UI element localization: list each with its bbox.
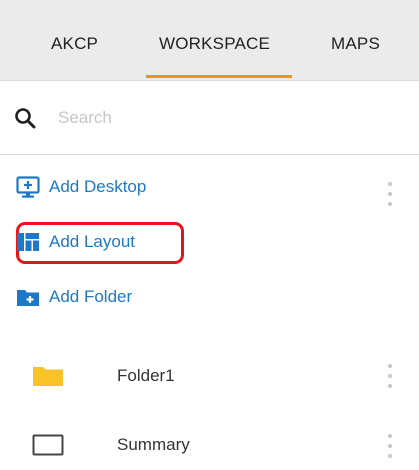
add-desktop-button[interactable]: Add Desktop	[16, 170, 146, 204]
summary-label: Summary	[117, 435, 190, 454]
add-desktop-icon	[16, 176, 40, 198]
tab-bar: AKCP WORKSPACE MAPS	[0, 0, 419, 81]
tab-maps[interactable]: MAPS	[331, 0, 380, 80]
folder1-more-button[interactable]	[386, 362, 394, 390]
add-layout-label: Add Layout	[49, 232, 136, 251]
search-bar	[0, 81, 419, 155]
summary-more-button[interactable]	[386, 432, 394, 460]
layout-icon	[17, 233, 39, 251]
add-layout-button[interactable]: Add Layout	[16, 225, 135, 259]
add-folder-button[interactable]: Add Folder	[16, 280, 132, 314]
folder1-label: Folder1	[117, 366, 175, 385]
list-item-summary[interactable]: Summary	[0, 420, 419, 470]
search-icon[interactable]	[14, 107, 36, 129]
add-folder-label: Add Folder	[49, 287, 133, 306]
folder-icon	[33, 367, 63, 386]
desktop-icon	[32, 434, 64, 456]
tab-workspace[interactable]: WORKSPACE	[159, 0, 270, 80]
list-item-folder1[interactable]: Folder1	[0, 351, 419, 401]
add-desktop-label: Add Desktop	[49, 177, 147, 196]
tab-akcp[interactable]: AKCP	[51, 0, 98, 80]
add-folder-icon	[17, 290, 39, 306]
more-options-button[interactable]	[386, 180, 394, 208]
active-tab-indicator	[146, 75, 292, 78]
search-input[interactable]	[58, 104, 388, 132]
